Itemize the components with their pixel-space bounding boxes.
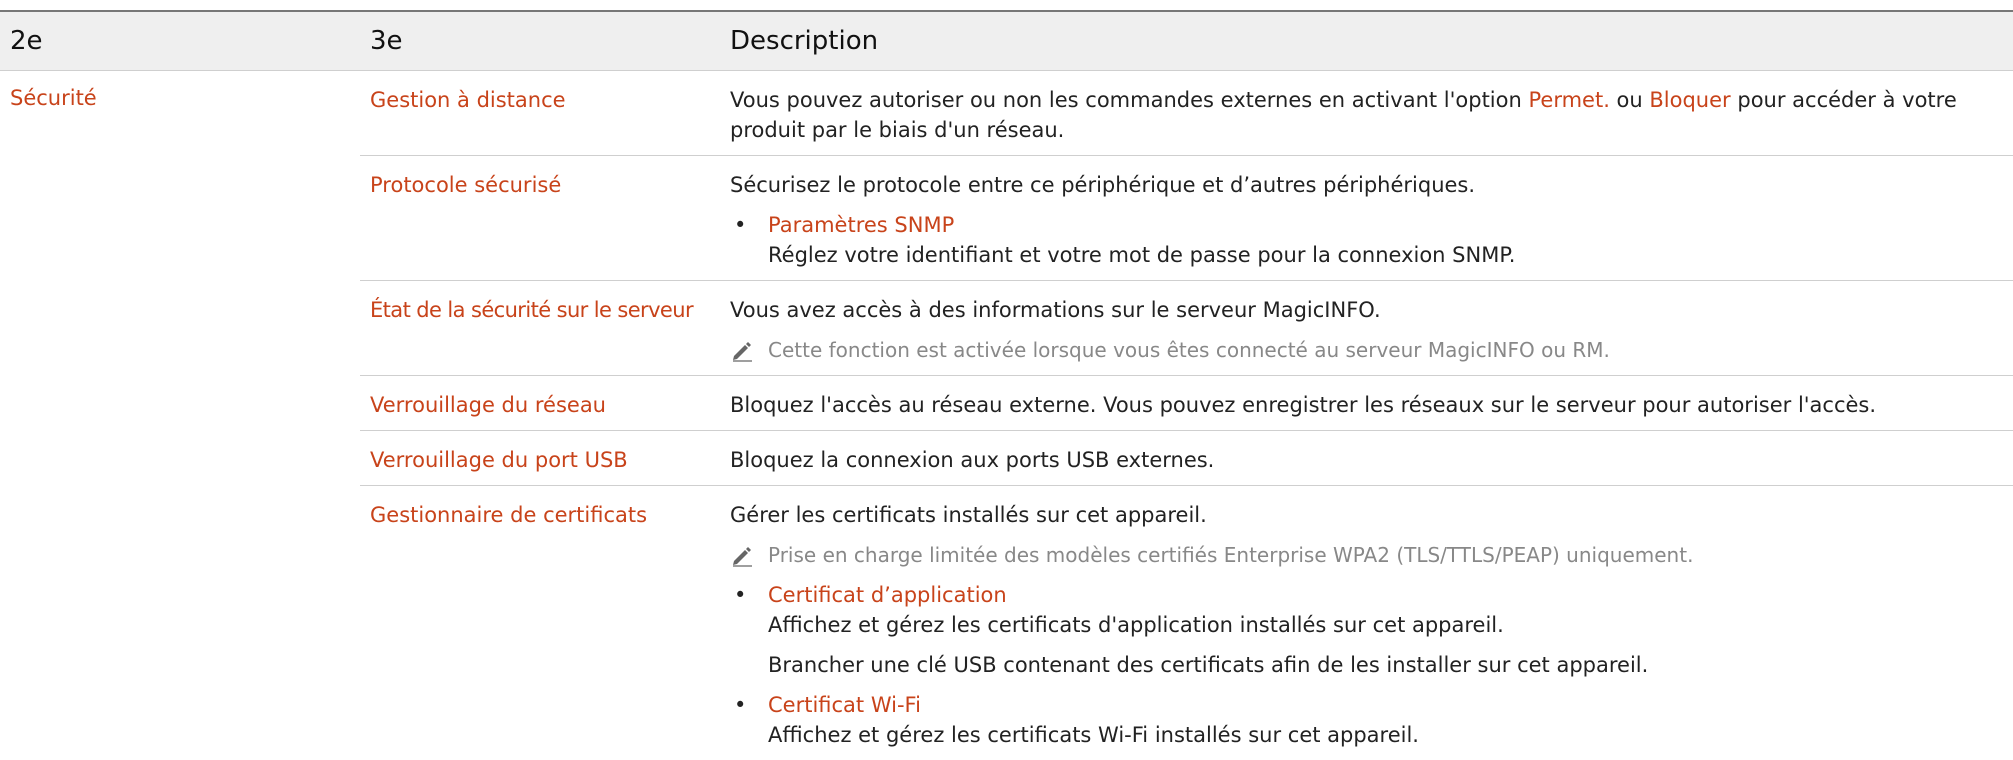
row-description: Gérer les certificats installés sur cet … — [730, 503, 1207, 527]
row-description-cell: Bloquez l'accès au réseau externe. Vous … — [720, 376, 2013, 430]
table-row: Gestionnaire de certificats Gérer les ce… — [360, 486, 2013, 760]
row-description: Bloquez la connexion aux ports USB exter… — [730, 448, 1215, 472]
row-description: Vous pouvez autoriser ou non les command… — [730, 85, 1993, 145]
bullet-dot-icon: • — [734, 583, 747, 607]
note: Cette fonction est activée lorsque vous … — [730, 335, 1993, 365]
bullet-item: • Paramètres SNMP Réglez votre identifia… — [730, 210, 1993, 270]
note: Prise en charge limitée des modèles cert… — [730, 540, 1993, 570]
header-col-description: Description — [730, 26, 879, 56]
bullet-dot-icon: • — [734, 213, 747, 237]
option-bloquer: Bloquer — [1649, 88, 1731, 112]
pencil-icon — [733, 547, 752, 567]
row-name-cell: État de la sécurité sur le serveur — [360, 281, 720, 375]
note-text: Cette fonction est activée lorsque vous … — [768, 338, 1610, 362]
row-description: Sécurisez le protocole entre ce périphér… — [730, 173, 1476, 197]
bullet-item: • Certificat d’application Affichez et g… — [730, 580, 1993, 680]
category-label: Sécurité — [10, 86, 97, 110]
pencil-icon — [733, 342, 752, 362]
row-description-cell: Sécurisez le protocole entre ce périphér… — [720, 156, 2013, 280]
row-description: Bloquez l'accès au réseau externe. Vous … — [730, 393, 1877, 417]
row-description-cell: Vous pouvez autoriser ou non les command… — [720, 71, 2013, 155]
option-permet: Permet. — [1528, 88, 1610, 112]
table-row: Verrouillage du réseau Bloquez l'accès a… — [360, 376, 2013, 431]
table-rows: Gestion à distance Vous pouvez autoriser… — [360, 71, 2013, 760]
row-name-cell: Verrouillage du port USB — [360, 431, 720, 485]
table-row: Verrouillage du port USB Bloquez la conn… — [360, 431, 2013, 486]
header-col-3e: 3e — [370, 26, 403, 56]
row-description-cell: Vous avez accès à des informations sur l… — [720, 281, 2013, 375]
row-name-cell: Gestionnaire de certificats — [360, 486, 720, 760]
note-text: Prise en charge limitée des modèles cert… — [768, 543, 1694, 567]
row-name-cell: Protocole sécurisé — [360, 156, 720, 280]
bullet-description: Brancher une clé USB contenant des certi… — [768, 653, 1649, 677]
description-text: ou — [1609, 88, 1650, 112]
table-row: Protocole sécurisé Sécurisez le protocol… — [360, 156, 2013, 281]
row-name-network-lock: Verrouillage du réseau — [370, 393, 606, 417]
row-name-cell: Verrouillage du réseau — [360, 376, 720, 430]
table-header: 2e 3e Description — [0, 12, 2013, 71]
header-col-2e: 2e — [10, 26, 43, 56]
row-name-cell: Gestion à distance — [360, 71, 720, 155]
row-description: Vous avez accès à des informations sur l… — [730, 298, 1381, 322]
bullet-title: Certificat Wi-Fi — [768, 693, 921, 717]
row-name-server-security-status: État de la sécurité sur le serveur — [370, 298, 694, 322]
table-body: Sécurité Gestion à distance Vous pouvez … — [0, 71, 2013, 760]
table-row: Gestion à distance Vous pouvez autoriser… — [360, 71, 2013, 156]
row-name-remote-management: Gestion à distance — [370, 88, 566, 112]
bullet-description: Affichez et gérez les certificats Wi-Fi … — [768, 723, 1419, 747]
bullet-dot-icon: • — [734, 693, 747, 717]
row-name-usb-port-lock: Verrouillage du port USB — [370, 448, 628, 472]
description-text: Vous pouvez autoriser ou non les command… — [730, 88, 1529, 112]
bullet-description: Affichez et gérez les certificats d'appl… — [768, 613, 1504, 637]
category-cell: Sécurité — [0, 71, 360, 760]
bullet-description: Réglez votre identifiant et votre mot de… — [768, 243, 1516, 267]
bullet-title: Certificat d’application — [768, 583, 1007, 607]
bullet-item: • Certificat Wi-Fi Affichez et gérez les… — [730, 690, 1993, 750]
row-name-certificate-manager: Gestionnaire de certificats — [370, 503, 648, 527]
bullet-title: Paramètres SNMP — [768, 213, 955, 237]
row-name-secure-protocol: Protocole sécurisé — [370, 173, 562, 197]
row-description-cell: Bloquez la connexion aux ports USB exter… — [720, 431, 2013, 485]
settings-table: 2e 3e Description Sécurité Gestion à dis… — [0, 10, 2013, 760]
row-description-cell: Gérer les certificats installés sur cet … — [720, 486, 2013, 760]
table-row: État de la sécurité sur le serveur Vous … — [360, 281, 2013, 376]
